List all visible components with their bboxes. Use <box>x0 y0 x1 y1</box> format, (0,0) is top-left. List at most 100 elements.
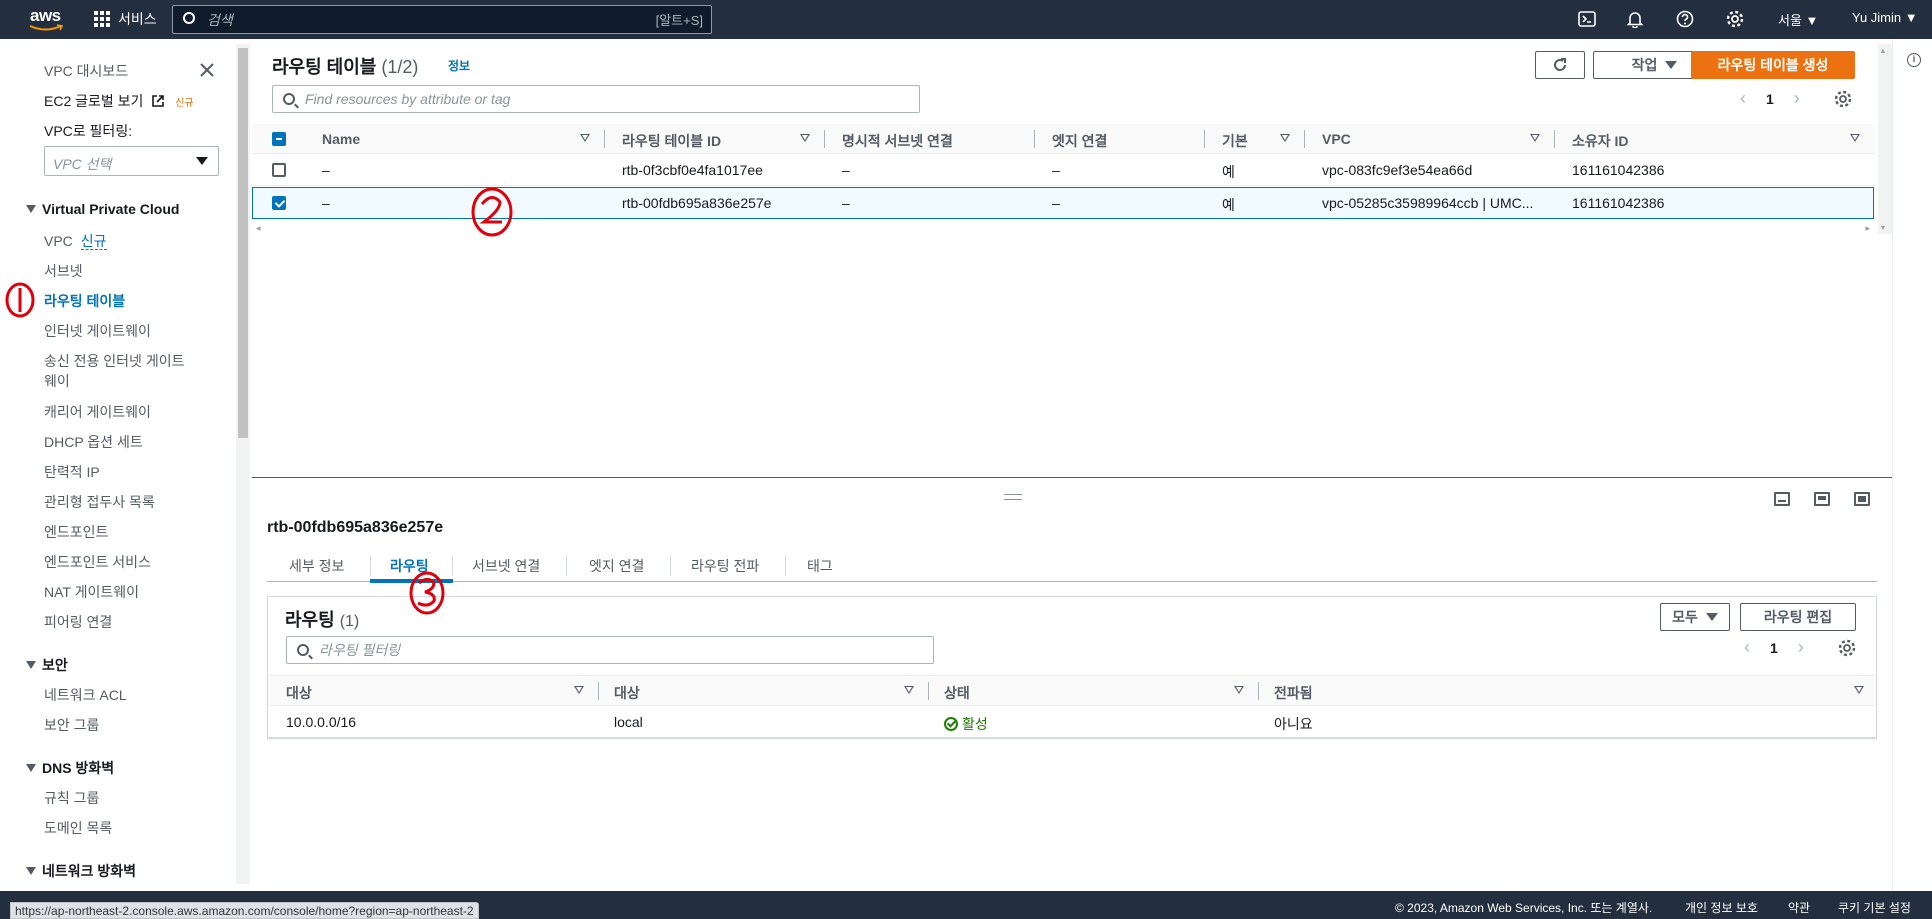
chevron-right-icon[interactable]: › <box>1794 88 1800 109</box>
terms-link[interactable]: 약관 <box>1788 899 1810 916</box>
scrollbar-thumb[interactable] <box>238 48 248 438</box>
sidebar-item-elastic-ip[interactable]: 탄력적 IP <box>44 462 100 482</box>
routes-view-select[interactable]: 모두 <box>1660 603 1730 631</box>
chevron-left-icon[interactable]: ‹ <box>1744 637 1750 658</box>
sidebar-item-internet-gateways[interactable]: 인터넷 게이트웨이 <box>44 321 151 341</box>
sidebar-item-egress-only-gateways-cont[interactable]: 웨이 <box>44 371 70 391</box>
sort-icon[interactable] <box>1234 686 1244 694</box>
scroll-right-icon[interactable]: ▸ <box>1865 223 1870 234</box>
row-checkbox[interactable] <box>272 163 286 177</box>
tab-route-propagation[interactable]: 라우팅 전파 <box>691 556 759 576</box>
refresh-button[interactable] <box>1535 51 1585 79</box>
column-header-main[interactable]: 기본 <box>1222 131 1248 151</box>
sidebar-scrollbar[interactable] <box>236 44 250 884</box>
column-header-destination[interactable]: 대상 <box>286 683 312 703</box>
tab-subnet-associations[interactable]: 서브넷 연결 <box>472 556 540 576</box>
close-icon[interactable] <box>200 63 214 77</box>
scroll-left-icon[interactable]: ◂ <box>256 223 261 234</box>
vpc-filter-select[interactable]: VPC 선택 <box>44 146 219 176</box>
column-separator[interactable] <box>1204 130 1205 148</box>
column-header-status[interactable]: 상태 <box>944 683 970 703</box>
info-icon[interactable]: i <box>1907 53 1921 67</box>
sidebar-item-prefix-lists[interactable]: 관리형 접두사 목록 <box>44 492 155 512</box>
sidebar-item-domain-lists[interactable]: 도메인 목록 <box>44 818 112 838</box>
info-link[interactable]: 정보 <box>448 57 470 74</box>
sidebar-item-security-groups[interactable]: 보안 그룹 <box>44 715 99 735</box>
sort-icon[interactable] <box>800 134 810 142</box>
sidebar-item-route-tables[interactable]: 라우팅 테이블 <box>44 291 125 311</box>
sidebar-item-subnets[interactable]: 서브넷 <box>44 261 83 281</box>
routes-filter-input[interactable]: 라우팅 필터링 <box>286 636 934 664</box>
sort-icon[interactable] <box>1854 686 1864 694</box>
tab-tags[interactable]: 태그 <box>807 556 833 576</box>
section-network-firewall[interactable]: 네트워크 방화벽 <box>26 861 136 881</box>
vpc-id-link[interactable]: vpc-083fc9ef3e54ea66d <box>1322 162 1472 178</box>
table-row[interactable]: – rtb-0f3cbf0e4fa1017ee – – 예 vpc-083fc9… <box>252 154 1874 186</box>
sidebar-item-endpoint-services[interactable]: 엔드포인트 서비스 <box>44 552 151 572</box>
column-separator[interactable] <box>824 130 825 148</box>
column-header-target[interactable]: 대상 <box>614 683 640 703</box>
route-table-id-link[interactable]: rtb-0f3cbf0e4fa1017ee <box>622 162 763 178</box>
sort-icon[interactable] <box>574 686 584 694</box>
sort-icon[interactable] <box>1850 134 1860 142</box>
column-header-edge[interactable]: 엣지 연결 <box>1052 131 1107 151</box>
sidebar-item-nat-gateways[interactable]: NAT 게이트웨이 <box>44 582 139 602</box>
column-header-id[interactable]: 라우팅 테이블 ID <box>622 131 721 151</box>
panel-full-icon[interactable] <box>1854 492 1870 506</box>
column-separator[interactable] <box>1258 682 1259 700</box>
column-separator[interactable] <box>928 682 929 700</box>
sidebar-item-carrier-gateways[interactable]: 캐리어 게이트웨이 <box>44 402 151 422</box>
region-selector[interactable]: 서울 ▼ <box>1778 10 1818 29</box>
drag-handle-icon[interactable] <box>1004 494 1022 500</box>
scroll-up-icon[interactable]: ▴ <box>1881 46 1885 55</box>
column-separator[interactable] <box>1034 130 1035 148</box>
sidebar-item-egress-only-gateways[interactable]: 송신 전용 인터넷 게이트 <box>44 351 184 371</box>
chevron-right-icon[interactable]: › <box>1798 637 1804 658</box>
column-header-subnet[interactable]: 명시적 서브넷 연결 <box>842 131 953 151</box>
chevron-left-icon[interactable]: ‹ <box>1740 88 1746 109</box>
edit-routes-button[interactable]: 라우팅 편집 <box>1740 603 1856 631</box>
sort-icon[interactable] <box>1280 134 1290 142</box>
aws-logo[interactable]: aws <box>28 6 64 32</box>
column-separator[interactable] <box>1304 130 1305 148</box>
section-security[interactable]: 보안 <box>26 655 68 675</box>
sort-icon[interactable] <box>904 686 914 694</box>
sidebar-item-endpoints[interactable]: 엔드포인트 <box>44 522 108 542</box>
services-menu-button[interactable]: 서비스 <box>94 9 157 29</box>
column-header-owner[interactable]: 소유자 ID <box>1572 131 1629 151</box>
global-search-input[interactable]: 검색 [알트+S] <box>172 5 712 34</box>
sidebar-item-ec2-global[interactable]: EC2 글로벌 보기 신규 <box>44 91 194 111</box>
create-route-table-button[interactable]: 라우팅 테이블 생성 <box>1691 51 1855 79</box>
bell-icon[interactable] <box>1626 10 1644 28</box>
sidebar-item-network-acl[interactable]: 네트워크 ACL <box>44 685 127 705</box>
scroll-down-icon[interactable]: ▾ <box>1881 223 1885 232</box>
sidebar-item-dhcp-options[interactable]: DHCP 옵션 세트 <box>44 432 143 452</box>
sidebar-item-rule-groups[interactable]: 규칙 그룹 <box>44 788 99 808</box>
main-scrollbar[interactable]: ▴ ▾ <box>1878 44 1892 234</box>
select-all-checkbox[interactable] <box>272 132 286 146</box>
help-icon[interactable] <box>1676 10 1694 28</box>
section-virtual-private-cloud[interactable]: Virtual Private Cloud <box>26 201 179 217</box>
sidebar-item-peering[interactable]: 피어링 연결 <box>44 612 112 632</box>
panel-bottom-icon[interactable] <box>1774 492 1790 506</box>
cloudshell-icon[interactable] <box>1578 10 1596 28</box>
tab-details[interactable]: 세부 정보 <box>289 556 344 576</box>
column-header-name[interactable]: Name <box>322 131 360 147</box>
route-table-id-link[interactable]: rtb-00fdb695a836e257e <box>622 195 771 211</box>
column-header-vpc[interactable]: VPC <box>1322 131 1351 147</box>
column-separator[interactable] <box>598 682 599 700</box>
settings-icon[interactable] <box>1726 10 1744 28</box>
user-menu[interactable]: Yu Jimin ▼ <box>1852 10 1918 25</box>
tab-edge-associations[interactable]: 엣지 연결 <box>589 556 644 576</box>
section-dns-firewall[interactable]: DNS 방화벽 <box>26 758 114 778</box>
cookies-link[interactable]: 쿠키 기본 설정 <box>1838 899 1911 916</box>
sidebar-item-vpc-dashboard[interactable]: VPC 대시보드 <box>44 61 128 81</box>
sort-icon[interactable] <box>1530 134 1540 142</box>
resource-filter-input[interactable]: Find resources by attribute or tag <box>272 85 920 113</box>
sidebar-item-vpc[interactable]: VPC 신규 <box>44 231 107 251</box>
settings-icon[interactable] <box>1834 90 1852 108</box>
column-header-propagated[interactable]: 전파됨 <box>1274 683 1313 703</box>
vpc-id-link[interactable]: vpc-05285c35989964ccb | UMC... <box>1322 195 1533 211</box>
settings-icon[interactable] <box>1838 639 1856 657</box>
panel-side-icon[interactable] <box>1814 492 1830 506</box>
